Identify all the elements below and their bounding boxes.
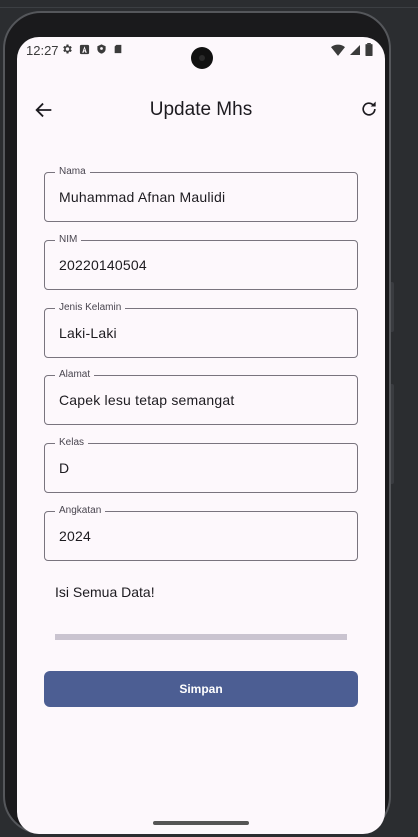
gender-field-value: Laki-Laki [59,325,117,341]
wifi-icon [331,44,345,56]
gender-field[interactable]: Jenis Kelamin Laki-Laki [44,302,358,358]
home-indicator[interactable] [153,821,249,825]
year-field-value: 2024 [59,528,91,544]
nim-field-label: NIM [55,234,82,246]
page-title: Update Mhs [149,99,253,120]
front-camera [191,47,213,69]
name-field-label: Nama [55,166,90,178]
address-field-label: Alamat [55,369,95,381]
battery-icon [365,43,373,56]
validation-hint: Isi Semua Data! [55,584,155,600]
name-field-value: Muhammad Afnan Maulidi [59,189,226,205]
shield-icon [97,44,106,54]
nim-field-value: 20220140504 [59,257,147,273]
class-field-label: Kelas [55,437,89,449]
nim-field[interactable]: NIM 20220140504 [44,234,358,290]
app-screen: 12:27 Update Mhs Nama Muhammad Afnan Mau… [17,37,385,834]
phone-frame: 12:27 Update Mhs Nama Muhammad Afnan Mau… [3,11,391,834]
class-field[interactable]: Kelas D [44,437,358,493]
window-top-edge [0,0,418,10]
a-icon [79,44,90,54]
address-field-value: Capek lesu tetap semangat [59,392,235,408]
name-field[interactable]: Nama Muhammad Afnan Maulidi [44,166,358,222]
class-field-value: D [59,460,70,476]
address-field[interactable]: Alamat Capek lesu tetap semangat [44,369,358,425]
status-time: 12:27 [26,43,59,58]
signal-icon [350,44,360,55]
year-field-label: Angkatan [55,505,106,517]
gear-icon [63,44,72,54]
app-bar: Update Mhs [17,93,385,129]
progress-bar [55,634,347,640]
sd-card-icon [114,44,122,54]
gender-field-label: Jenis Kelamin [55,302,126,314]
year-field[interactable]: Angkatan 2024 [44,505,358,561]
save-button[interactable]: Simpan [44,671,358,707]
refresh-icon[interactable] [359,99,379,119]
